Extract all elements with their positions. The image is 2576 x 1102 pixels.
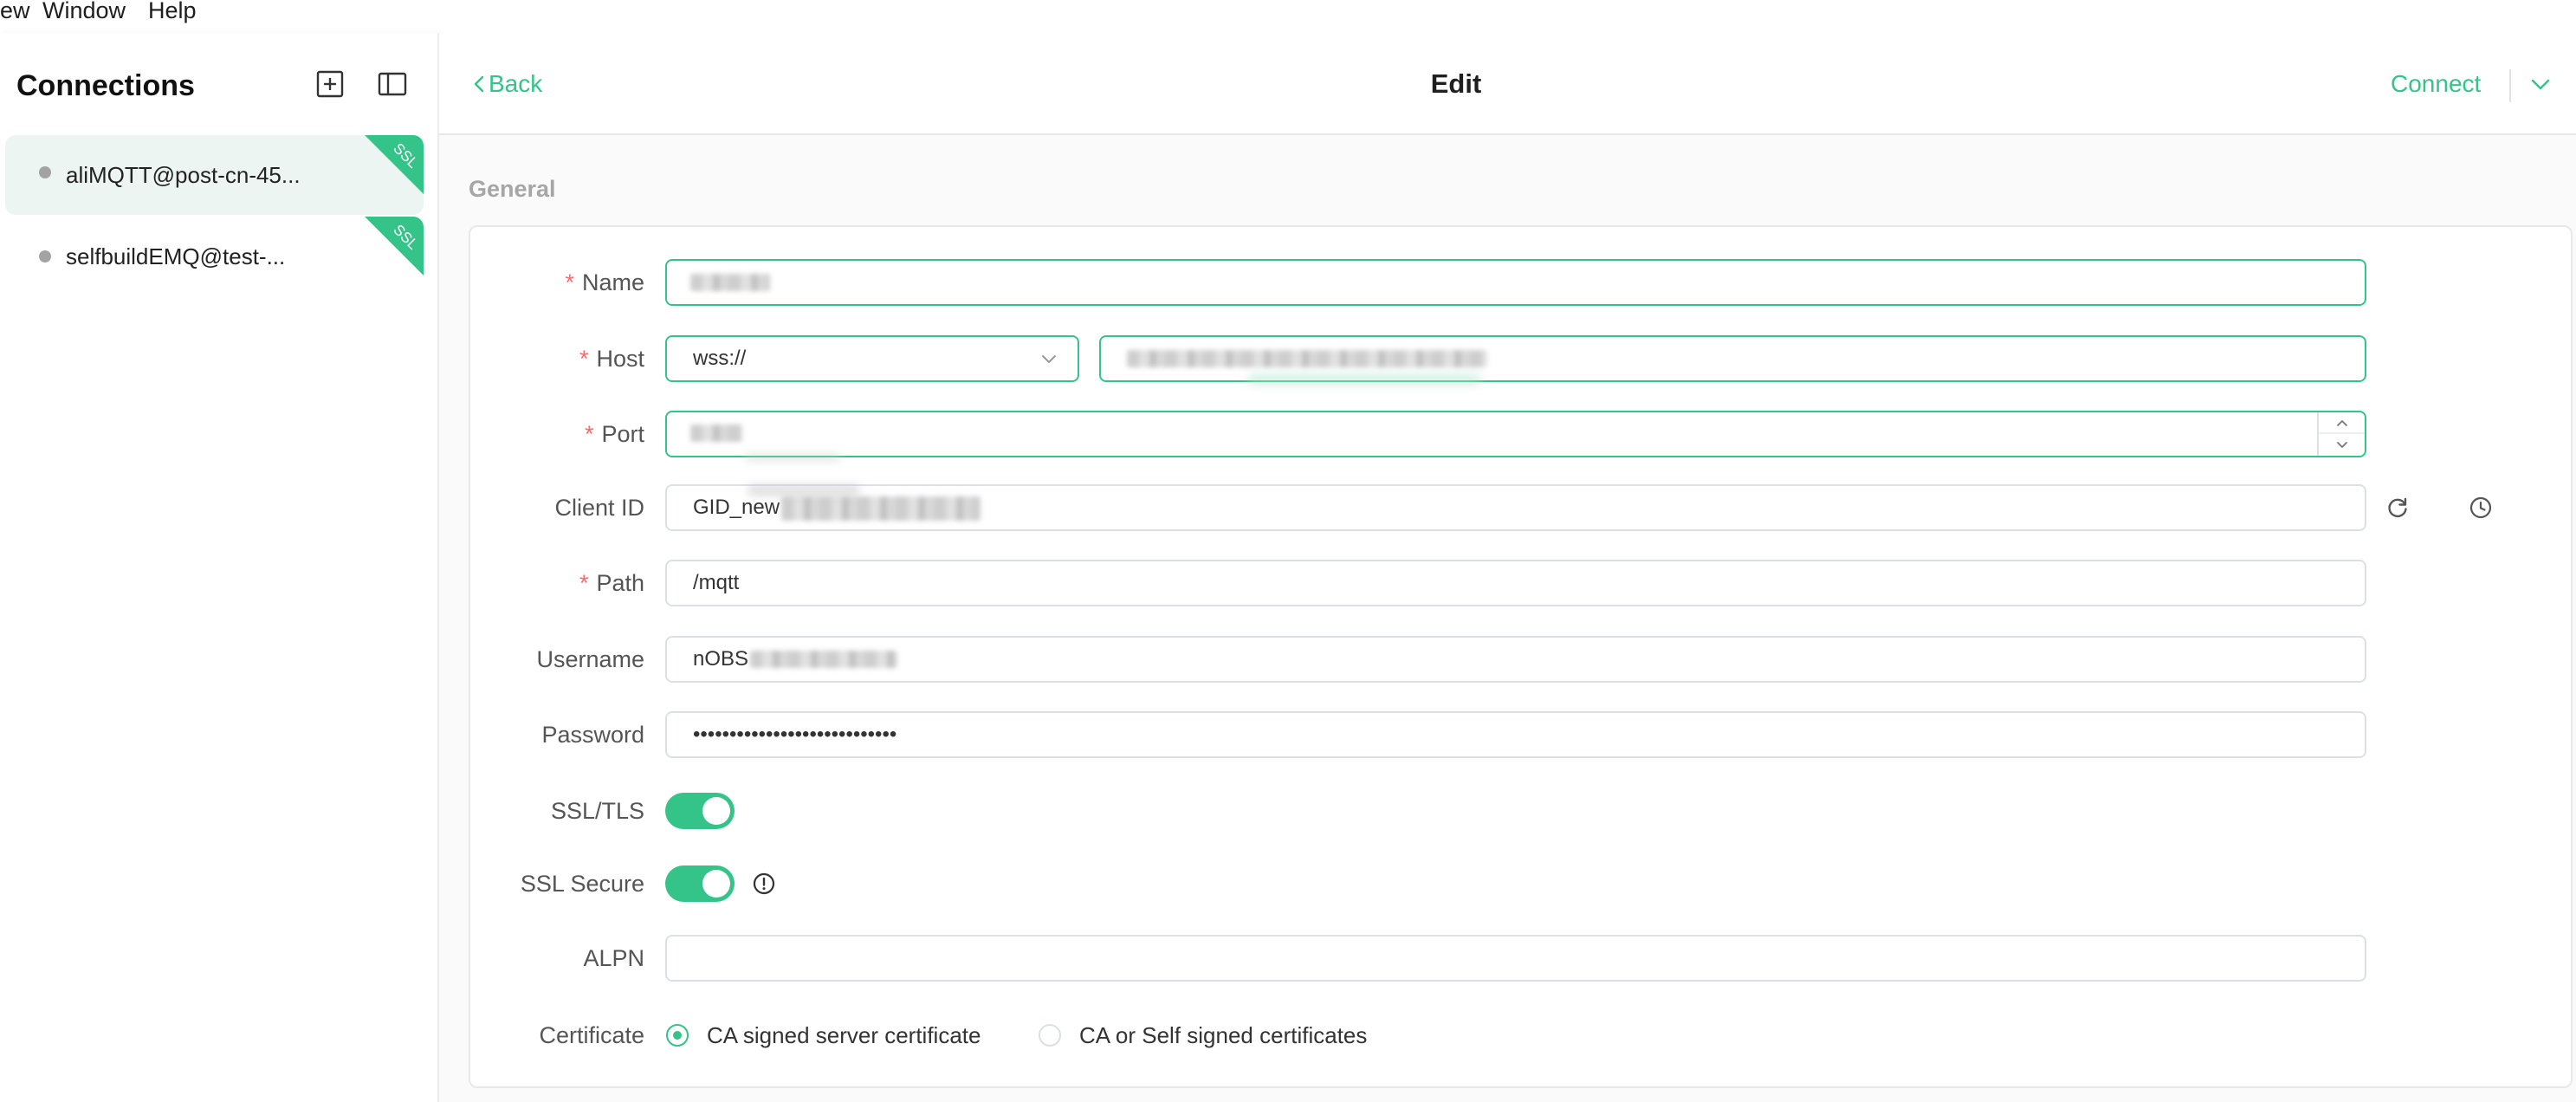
ssl-badge: SSL	[365, 217, 424, 276]
redacted-blur	[1127, 350, 1487, 367]
toggle-knob	[702, 797, 730, 825]
ssl-secure-row: SSL Secure	[470, 865, 2571, 902]
ssl-tls-label: SSL/TLS	[550, 798, 644, 824]
client-id-value: GID_new	[693, 496, 780, 519]
password-label: Password	[541, 722, 644, 748]
client-id-field[interactable]: GID_new	[665, 484, 2366, 531]
username-value: nOBS	[693, 647, 749, 671]
password-row: Password ••••••••••••••••••••••••••••	[470, 711, 2571, 758]
alpn-field[interactable]	[665, 935, 2366, 982]
protocol-select[interactable]: wss://	[665, 335, 1079, 382]
redacted-blur	[690, 425, 742, 442]
connection-item[interactable]: aliMQTT@post-cn-45... SSL	[5, 135, 424, 215]
port-field[interactable]	[665, 411, 2366, 457]
ssl-secure-toggle[interactable]	[665, 865, 735, 902]
edit-header: Back Edit Connect	[439, 33, 2576, 135]
chevron-down-icon	[1042, 355, 1056, 363]
connection-status-dot	[39, 166, 51, 178]
back-button[interactable]: Back	[471, 68, 542, 100]
certificate-radio-ca-signed[interactable]	[666, 1024, 689, 1047]
certificate-radio-self-signed[interactable]	[1039, 1024, 1061, 1047]
redacted-blur	[781, 496, 981, 521]
connection-status-dot	[39, 250, 51, 263]
header-divider	[2509, 69, 2511, 102]
port-label-text: Port	[601, 421, 644, 447]
redacted-blur	[1247, 373, 1481, 386]
back-label: Back	[489, 70, 543, 97]
chevron-down-icon	[2336, 441, 2347, 448]
section-title-general: General	[469, 176, 556, 202]
client-id-label: Client ID	[554, 495, 644, 521]
page-title: Edit	[1430, 68, 1482, 99]
alpn-label: ALPN	[583, 945, 644, 971]
redacted-blur	[690, 274, 770, 291]
clock-icon[interactable]	[2469, 496, 2493, 520]
username-row: Username nOBS	[470, 636, 2571, 683]
menu-help[interactable]: Help	[148, 0, 197, 23]
alpn-row: ALPN	[470, 935, 2571, 982]
certificate-label: Certificate	[539, 1022, 644, 1048]
refresh-icon[interactable]	[2385, 496, 2410, 520]
client-id-row: Client ID GID_new	[470, 484, 2571, 531]
chevron-up-icon	[2336, 419, 2347, 426]
stepper-down-button[interactable]	[2319, 434, 2365, 456]
sidebar-panel-icon[interactable]	[378, 69, 407, 99]
ssl-badge-label: SSL	[390, 139, 422, 172]
required-mark: *	[565, 269, 574, 295]
name-row: * Name	[470, 259, 2571, 306]
main-panel: Back Edit Connect General * Name * Host ws…	[439, 33, 2576, 1102]
form-content: General * Name * Host wss:// * Port Clie…	[439, 135, 2576, 1102]
certificate-option-label[interactable]: CA or Self signed certificates	[1079, 1017, 1367, 1053]
menu-window[interactable]: Window	[42, 0, 126, 23]
toggle-knob	[702, 870, 730, 898]
path-row: * Path /mqtt	[470, 560, 2571, 606]
required-mark: *	[579, 570, 589, 596]
required-mark: *	[584, 421, 594, 447]
ssl-tls-row: SSL/TLS	[470, 793, 2571, 829]
name-field[interactable]	[665, 259, 2366, 306]
ssl-tls-toggle[interactable]	[665, 793, 735, 829]
plus-square-icon[interactable]	[315, 69, 345, 99]
host-row: * Host wss://	[470, 335, 2571, 386]
path-value: /mqtt	[693, 571, 740, 594]
certificate-option-label[interactable]: CA signed server certificate	[707, 1017, 981, 1053]
ssl-secure-label: SSL Secure	[520, 871, 644, 897]
username-label: Username	[536, 646, 644, 672]
connection-name: selfbuildEMQ@test-...	[66, 243, 286, 269]
host-label-text: Host	[596, 346, 644, 372]
password-value: ••••••••••••••••••••••••••••	[693, 723, 897, 746]
redacted-blur	[748, 484, 860, 496]
stepper-up-button[interactable]	[2319, 412, 2365, 434]
required-mark: *	[579, 346, 589, 372]
path-label-text: Path	[596, 570, 644, 596]
name-label-text: Name	[581, 269, 644, 295]
protocol-value: wss://	[693, 347, 747, 370]
username-field[interactable]: nOBS	[665, 636, 2366, 683]
port-stepper[interactable]	[2317, 412, 2365, 456]
general-card: * Name * Host wss:// * Port Client ID GI…	[469, 225, 2573, 1088]
ssl-badge-label: SSL	[390, 221, 422, 253]
port-row: * Port	[470, 411, 2571, 461]
password-field[interactable]: ••••••••••••••••••••••••••••	[665, 711, 2366, 758]
port-label: * Port	[470, 411, 644, 457]
host-label: * Host	[470, 335, 644, 382]
connection-item[interactable]: selfbuildEMQ@test-... SSL	[5, 217, 424, 296]
connections-sidebar: Connections aliMQTT@post-cn-45... SSL se…	[0, 33, 439, 1102]
certificate-row: Certificate CA signed server certificate…	[470, 1017, 2571, 1053]
ssl-badge: SSL	[365, 135, 424, 194]
sidebar-title: Connections	[16, 69, 195, 102]
redacted-blur	[745, 454, 840, 461]
path-label: * Path	[470, 560, 644, 606]
name-label: * Name	[470, 259, 644, 306]
connect-button[interactable]: Connect	[2391, 68, 2481, 100]
info-icon[interactable]	[752, 872, 776, 896]
menu-view[interactable]: ew	[0, 0, 30, 23]
redacted-blur	[750, 651, 897, 668]
chevron-down-icon[interactable]	[2529, 73, 2552, 95]
path-field[interactable]: /mqtt	[665, 560, 2366, 606]
connection-name: aliMQTT@post-cn-45...	[66, 162, 301, 188]
chevron-left-icon	[474, 75, 484, 93]
